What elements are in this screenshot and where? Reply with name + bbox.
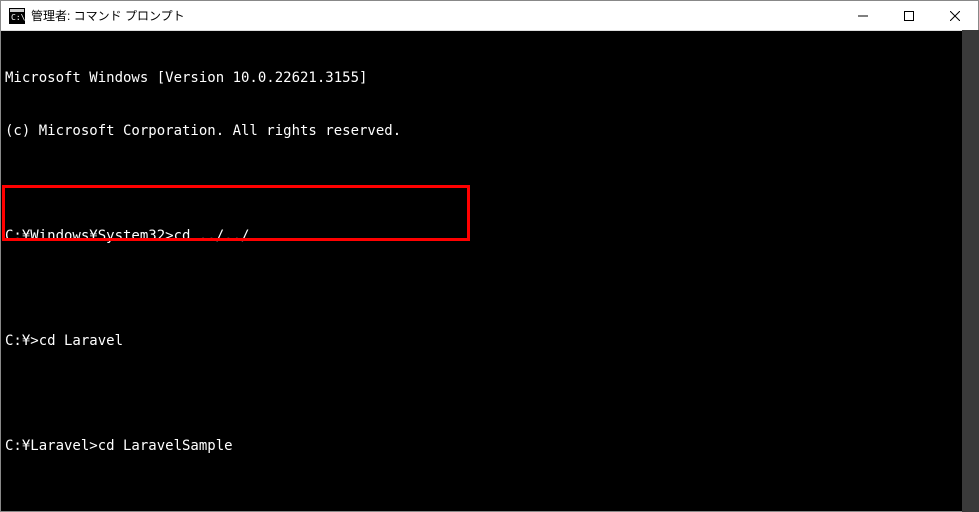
terminal-line	[5, 490, 974, 508]
svg-text:C:\: C:\	[11, 13, 25, 22]
command-prompt-window: C:\ 管理者: コマンド プロンプト Microsoft Windows [V…	[0, 0, 979, 512]
terminal-line: C:¥>cd Laravel	[5, 333, 974, 351]
titlebar-buttons	[840, 1, 978, 30]
terminal-line	[5, 385, 974, 403]
titlebar[interactable]: C:\ 管理者: コマンド プロンプト	[1, 1, 978, 31]
window-title: 管理者: コマンド プロンプト	[31, 7, 185, 24]
terminal-line	[5, 175, 974, 193]
terminal-line: Microsoft Windows [Version 10.0.22621.31…	[5, 70, 974, 88]
maximize-button[interactable]	[886, 1, 932, 30]
close-button[interactable]	[932, 1, 978, 30]
terminal-line	[5, 280, 974, 298]
terminal-line: C:¥Windows¥System32>cd ../../	[5, 228, 974, 246]
scrollbar-thumb[interactable]	[962, 30, 979, 512]
minimize-button[interactable]	[840, 1, 886, 30]
terminal-scrollbar[interactable]	[962, 30, 979, 512]
terminal-line: C:¥Laravel>cd LaravelSample	[5, 438, 974, 456]
terminal-line: (c) Microsoft Corporation. All rights re…	[5, 123, 974, 141]
terminal-area[interactable]: Microsoft Windows [Version 10.0.22621.31…	[1, 31, 978, 511]
cmd-icon: C:\	[9, 8, 25, 24]
